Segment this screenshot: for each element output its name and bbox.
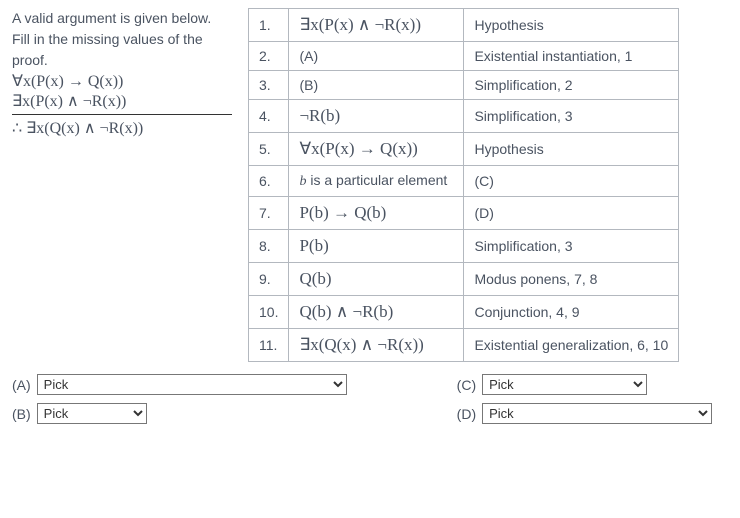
prompt-block: A valid argument is given below. Fill in… [12,8,232,140]
answers-block: (A) Pick (B) Pick (C) Pick (D) Pick [12,374,728,424]
step-stmt: (A) [299,48,318,64]
step-just: Existential instantiation, 1 [464,42,679,71]
step-stmt: ∀x(P(x) → Q(x)) [299,139,417,158]
table-row: 7. P(b) → Q(b) (D) [249,197,679,230]
answer-b-label: (B) [12,406,31,422]
step-stmt: P(b) [299,236,328,255]
step-just: (D) [464,197,679,230]
answer-a-label: (A) [12,377,31,393]
table-row: 2. (A) Existential instantiation, 1 [249,42,679,71]
step-num: 11. [249,329,289,362]
answer-a-select[interactable]: Pick [37,374,347,395]
table-row: 6. b is a particular element (C) [249,166,679,197]
conclusion: ∴ ∃x(Q(x) ∧ ¬R(x)) [12,117,232,140]
answer-c-label: (C) [457,377,476,393]
step-just: Hypothesis [464,9,679,42]
step-num: 5. [249,133,289,166]
step-just: Simplification, 3 [464,230,679,263]
step-num: 4. [249,100,289,133]
premise-1: ∀x(P(x) → Q(x)) [12,72,232,92]
step-num: 2. [249,42,289,71]
step-num: 7. [249,197,289,230]
answer-d-select[interactable]: Pick [482,403,712,424]
step-just: Modus ponens, 7, 8 [464,263,679,296]
step-just: (C) [464,166,679,197]
answer-b-select[interactable]: Pick [37,403,147,424]
step-just: Simplification, 2 [464,71,679,100]
answer-c-select[interactable]: Pick [482,374,647,395]
answer-d-label: (D) [457,406,476,422]
step-num: 10. [249,296,289,329]
step-stmt: b is a particular element [299,172,447,188]
prompt-line1: A valid argument is given below. [12,8,232,28]
table-row: 3. (B) Simplification, 2 [249,71,679,100]
table-row: 1. ∃x(P(x) ∧ ¬R(x)) Hypothesis [249,9,679,42]
step-stmt: ∃x(P(x) ∧ ¬R(x)) [299,15,421,34]
table-row: 9. Q(b) Modus ponens, 7, 8 [249,263,679,296]
step-just: Simplification, 3 [464,100,679,133]
prompt-line2: Fill in the missing values of the proof. [12,29,232,70]
table-row: 4. ¬R(b) Simplification, 3 [249,100,679,133]
step-stmt: (B) [299,77,318,93]
step-stmt: Q(b) [299,269,331,288]
step-just: Conjunction, 4, 9 [464,296,679,329]
step-num: 1. [249,9,289,42]
step-stmt: Q(b) ∧ ¬R(b) [299,302,393,321]
step-stmt: P(b) → Q(b) [299,203,386,222]
table-row: 8. P(b) Simplification, 3 [249,230,679,263]
step-stmt: ∃x(Q(x) ∧ ¬R(x)) [299,335,423,354]
proof-table: 1. ∃x(P(x) ∧ ¬R(x)) Hypothesis 2. (A) Ex… [248,8,679,362]
step-just: Existential generalization, 6, 10 [464,329,679,362]
inference-rule-line [12,114,232,115]
step-num: 9. [249,263,289,296]
table-row: 10. Q(b) ∧ ¬R(b) Conjunction, 4, 9 [249,296,679,329]
step-num: 8. [249,230,289,263]
step-just: Hypothesis [464,133,679,166]
premise-2: ∃x(P(x) ∧ ¬R(x)) [12,92,232,112]
step-num: 6. [249,166,289,197]
table-row: 11. ∃x(Q(x) ∧ ¬R(x)) Existential general… [249,329,679,362]
step-num: 3. [249,71,289,100]
table-row: 5. ∀x(P(x) → Q(x)) Hypothesis [249,133,679,166]
step-stmt: ¬R(b) [299,106,340,125]
